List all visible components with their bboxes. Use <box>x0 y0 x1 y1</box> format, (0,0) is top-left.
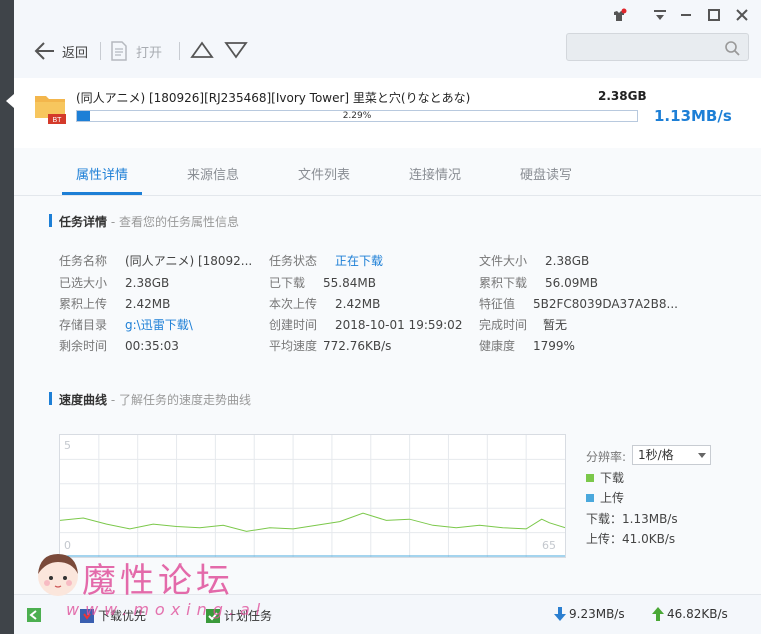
detail-remaining-time: 剩余时间 00:35:03 <box>59 339 179 353</box>
watermark-mascot-image <box>32 548 84 600</box>
collapse-panel-button[interactable] <box>26 607 42 623</box>
back-button[interactable]: 返回 <box>34 38 88 64</box>
upload-arrow-icon <box>652 607 664 621</box>
download-readout: 下载：1.13MB/s <box>586 512 678 526</box>
detail-health: 健康度 1799% <box>479 339 575 353</box>
tab-disk-io[interactable]: 硬盘读写 <box>520 164 572 183</box>
detail-avg-speed: 平均速度 772.76KB/s <box>269 339 392 353</box>
tab-file-list[interactable]: 文件列表 <box>298 164 350 183</box>
tab-bar: 属性详情 来源信息 文件列表 连接情况 硬盘读写 <box>14 148 761 196</box>
speed-curve-heading: 速度曲线 - 了解任务的速度走势曲线 <box>49 391 251 408</box>
legend-upload: 上传 <box>586 489 624 506</box>
bt-folder-icon: BT <box>34 90 68 124</box>
close-icon[interactable] <box>734 8 750 24</box>
task-speed: 1.13MB/s <box>654 107 732 125</box>
task-details-heading: 任务详情 - 查看您的任务属性信息 <box>49 213 239 230</box>
skin-icon[interactable] <box>611 8 627 24</box>
section-subtitle: - 查看您的任务属性信息 <box>107 215 239 229</box>
search-icon[interactable] <box>724 40 740 56</box>
download-arrow-icon <box>554 607 566 621</box>
detail-task-name: 任务名称 (同人アニメ) [18092... <box>59 254 253 268</box>
download-speed-line <box>59 512 566 532</box>
progress-bar: 2.29% <box>76 110 638 122</box>
speed-section-title: 速度曲线 <box>59 393 108 407</box>
detail-downloaded: 已下载 55.84MB <box>269 276 376 290</box>
detail-save-dir[interactable]: 存储目录 g:\迅雷下载\ <box>59 316 193 333</box>
speed-chart: 5 0 65 <box>59 434 566 558</box>
detail-created-time: 创建时间 2018-10-01 19:59:02 <box>269 318 463 332</box>
task-size: 2.38GB <box>598 89 647 103</box>
detail-task-status: 任务状态 正在下载 <box>269 254 384 268</box>
detail-session-upload: 本次上传 2.42MB <box>269 297 381 311</box>
detail-total-upload: 累积上传 2.42MB <box>59 297 171 311</box>
move-up-button[interactable] <box>190 40 214 63</box>
main-window: 返回 打开 BT (同人アニメ) [180926][RJ235468][Ivor… <box>14 0 761 634</box>
toolbar: 返回 打开 <box>14 0 761 76</box>
task-name: (同人アニメ) [180926][RJ235468][Ivory Tower] … <box>76 91 471 105</box>
watermark-url: www.moxing.al <box>66 600 267 619</box>
resolution-select[interactable]: 1秒/格 <box>632 445 711 465</box>
tab-connections[interactable]: 连接情况 <box>409 164 461 183</box>
task-row[interactable]: BT (同人アニメ) [180926][RJ235468][Ivory Towe… <box>14 78 761 148</box>
detail-total-download: 累积下载 56.09MB <box>479 276 598 290</box>
x-axis-right-label: 65 <box>542 539 556 552</box>
minimize-icon[interactable] <box>678 8 694 24</box>
detail-hash: 特征值 5B2FC8039DA37A2B8... <box>479 297 678 311</box>
triangle-up-icon <box>190 41 214 58</box>
back-label: 返回 <box>62 45 89 61</box>
detail-selected-size: 已选大小 2.38GB <box>59 276 170 290</box>
details-panel: 属性详情 来源信息 文件列表 连接情况 硬盘读写 任务详情 - 查看您的任务属性… <box>14 148 761 594</box>
menu-icon[interactable] <box>652 8 668 24</box>
y-axis-top-label: 5 <box>64 439 71 452</box>
collapse-arrow-icon[interactable] <box>6 94 14 108</box>
legend-download: 下载 <box>586 469 624 486</box>
open-label: 打开 <box>136 45 163 61</box>
resolution-label: 分辨率: <box>586 450 627 464</box>
dropdown-arrow-icon <box>698 453 706 458</box>
legend-upload-swatch <box>586 494 594 502</box>
triangle-down-icon <box>224 42 248 59</box>
speed-chart-svg: 50 65 <box>59 435 566 557</box>
resolution-value: 1秒/格 <box>638 448 674 462</box>
progress-text: 2.29% <box>342 111 372 121</box>
search-input[interactable] <box>566 33 749 61</box>
document-icon <box>111 41 127 61</box>
global-download-speed: 9.23MB/s <box>554 607 625 621</box>
open-button[interactable]: 打开 <box>110 38 162 64</box>
arrow-left-box-icon <box>27 608 41 622</box>
left-collapse-strip[interactable] <box>0 0 14 634</box>
bt-badge: BT <box>53 117 63 124</box>
upload-readout: 上传：41.0KB/s <box>586 532 676 546</box>
global-upload-speed: 46.82KB/s <box>652 607 728 621</box>
maximize-icon[interactable] <box>706 8 722 24</box>
move-down-button[interactable] <box>224 40 248 63</box>
watermark-text: 魔性论坛 <box>82 561 234 601</box>
detail-finish-time: 完成时间 暂无 <box>479 318 568 332</box>
toolbar-divider <box>100 42 101 60</box>
speed-section-subtitle: - 了解任务的速度走势曲线 <box>107 393 251 407</box>
detail-file-size: 文件大小 2.38GB <box>479 254 590 268</box>
toolbar-divider <box>179 42 180 60</box>
legend-download-swatch <box>586 474 594 482</box>
section-title: 任务详情 <box>59 215 108 229</box>
active-tab-indicator <box>62 192 142 195</box>
back-arrow-icon <box>34 42 54 60</box>
tab-properties[interactable]: 属性详情 <box>76 164 128 183</box>
tab-source[interactable]: 来源信息 <box>187 164 239 183</box>
